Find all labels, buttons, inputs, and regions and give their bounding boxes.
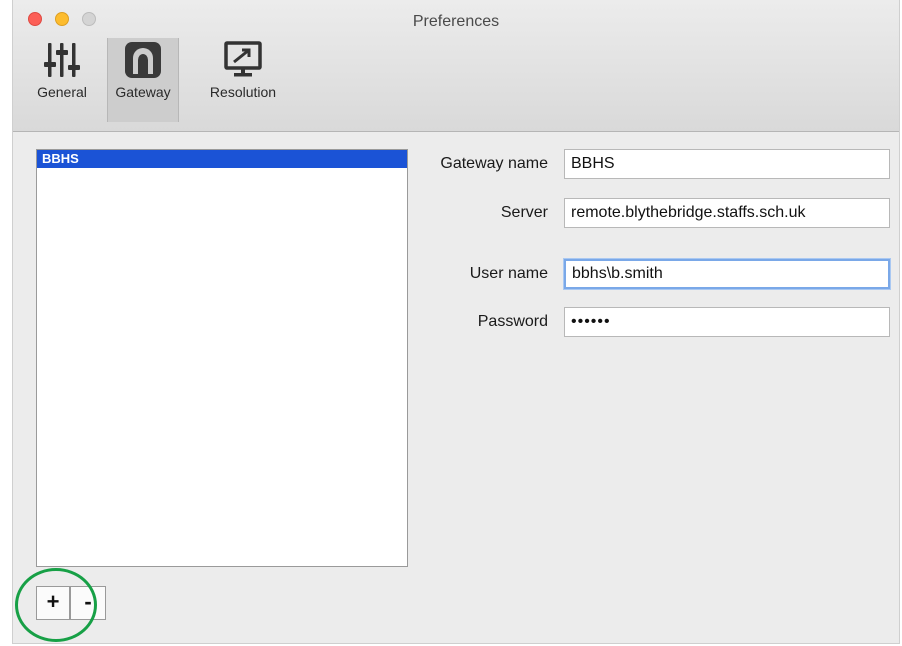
toolbar-item-gateway[interactable]: Gateway [107,38,179,122]
tunnel-icon [125,42,161,78]
user-name-label: User name [469,265,548,282]
password-input[interactable] [564,307,890,337]
gateway-list[interactable]: BBHS [36,149,408,567]
add-gateway-button[interactable]: + [36,586,70,620]
remove-gateway-button[interactable]: - [70,586,106,620]
preferences-window: Preferences General Gateway Resolution B… [12,0,900,644]
title-bar: Preferences General Gateway Resolution [13,0,899,132]
server-input[interactable] [564,198,890,228]
toolbar-item-label: Gateway [115,84,171,100]
toolbar-item-label: General [37,84,87,100]
toolbar-item-general[interactable]: General [27,38,97,122]
gateway-name-label: Gateway name [440,155,548,172]
gateway-name-input[interactable] [564,149,890,179]
monitor-icon [224,41,262,77]
sliders-icon [44,43,80,77]
user-name-input[interactable] [564,259,890,289]
password-label: Password [477,313,548,330]
toolbar-item-resolution[interactable]: Resolution [199,38,287,122]
server-label: Server [500,204,548,221]
toolbar-item-label: Resolution [209,84,277,100]
window-title: Preferences [412,13,500,30]
list-item[interactable]: BBHS [37,150,407,168]
